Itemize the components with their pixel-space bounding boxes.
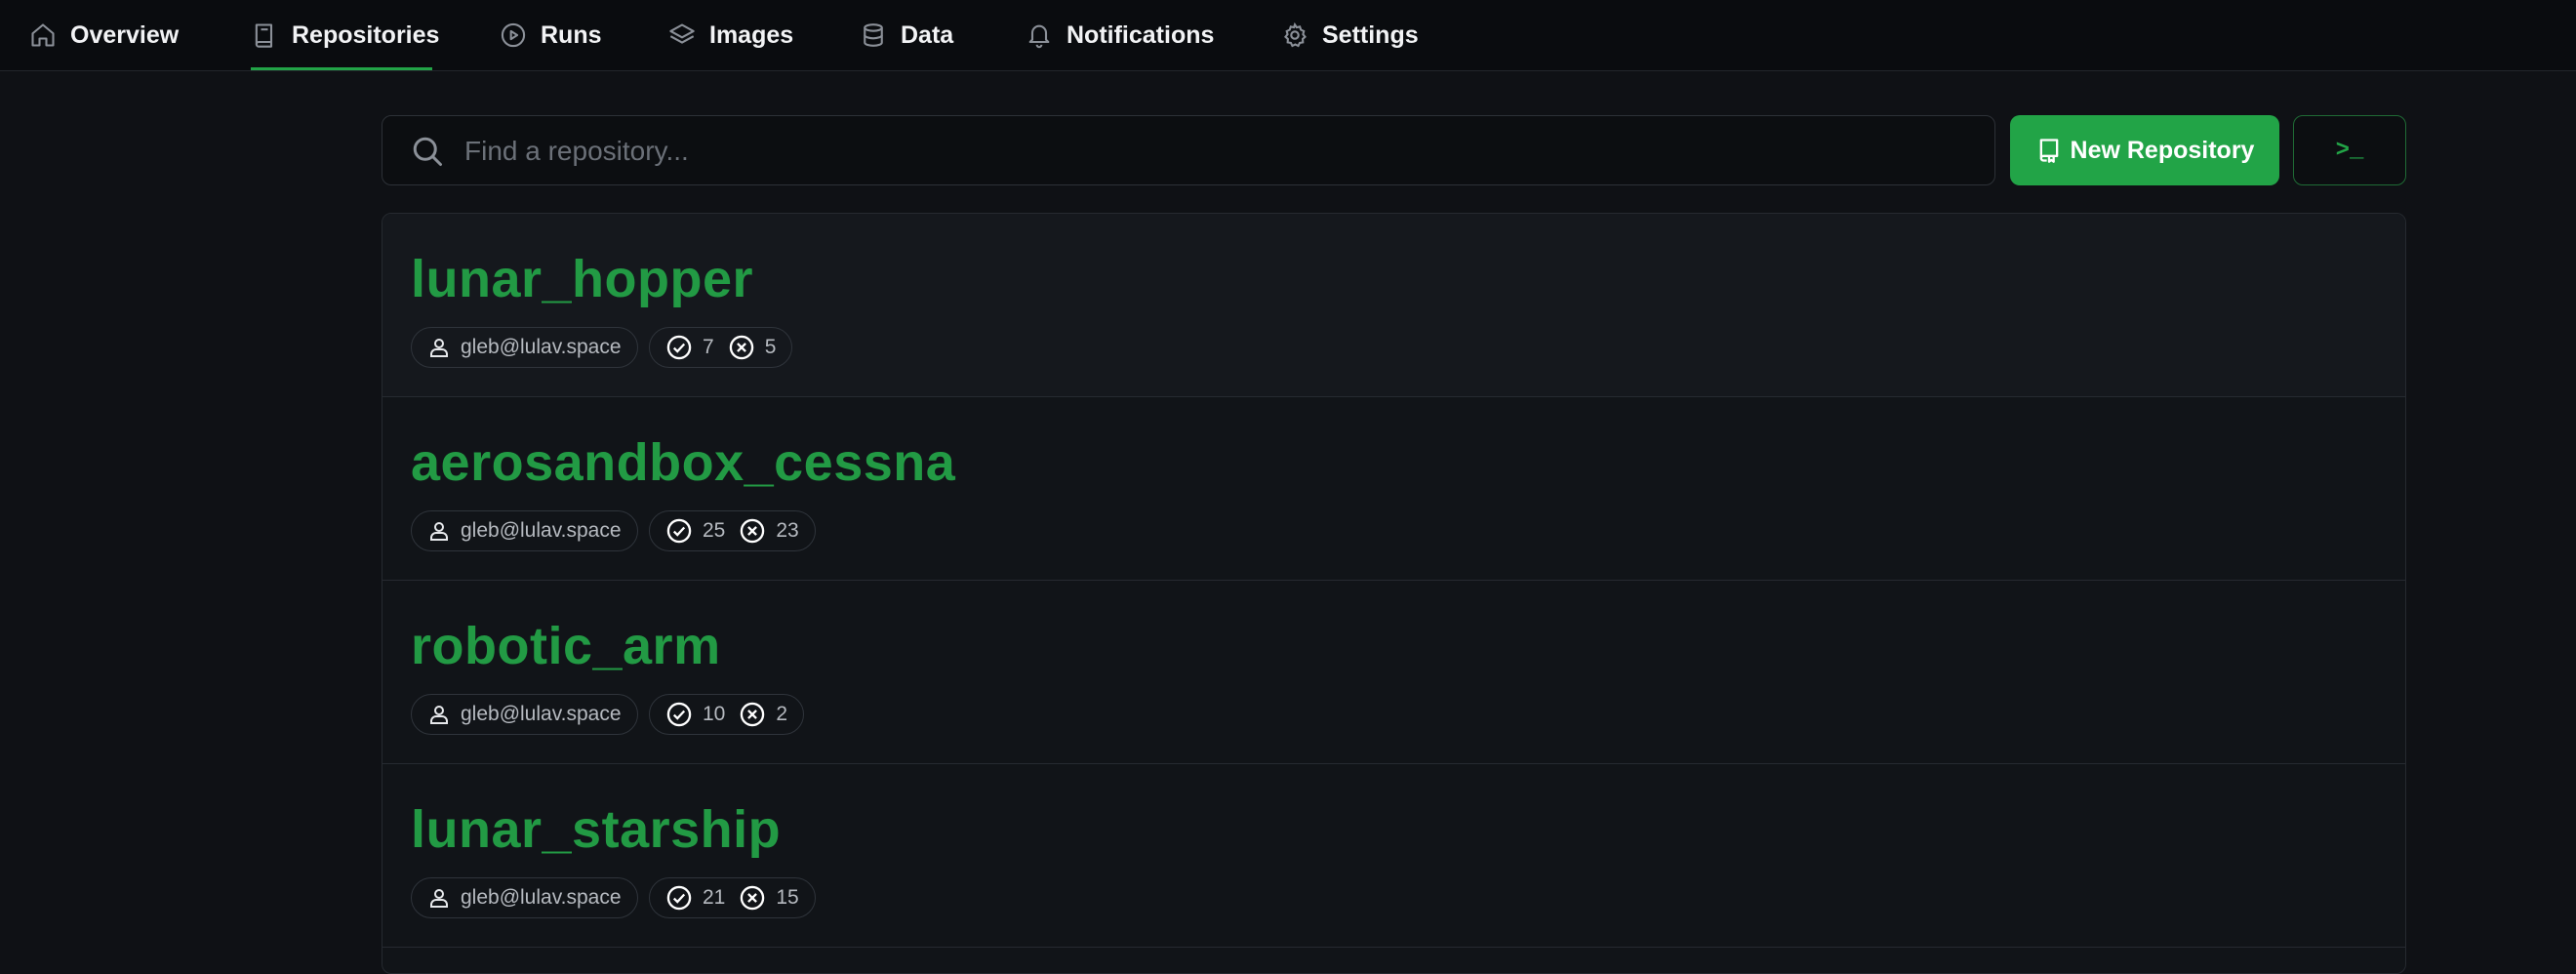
database-icon bbox=[860, 21, 887, 49]
new-repository-button[interactable]: New Repository bbox=[2010, 115, 2279, 185]
failed-count: 2 bbox=[776, 703, 788, 725]
tab-label: Overview bbox=[70, 20, 180, 49]
passed-count: 7 bbox=[703, 336, 714, 358]
play-icon bbox=[500, 21, 527, 49]
passed-count: 10 bbox=[703, 703, 726, 725]
repository-name[interactable]: aerosandbox_cessna bbox=[411, 432, 955, 493]
tab-notifications[interactable]: Notifications bbox=[1026, 0, 1214, 70]
tab-data[interactable]: Data bbox=[860, 0, 953, 70]
tab-images[interactable]: Images bbox=[668, 0, 793, 70]
x-circle-icon bbox=[739, 884, 766, 912]
owner-email: gleb@lulav.space bbox=[461, 886, 622, 909]
tab-settings[interactable]: Settings bbox=[1281, 0, 1419, 70]
search-icon bbox=[410, 134, 445, 169]
repository-row[interactable]: lunar_starship gleb@lulav.space 21 15 bbox=[382, 764, 2405, 948]
failed-count: 15 bbox=[776, 886, 799, 909]
user-icon bbox=[427, 519, 451, 543]
new-repository-label: New Repository bbox=[2070, 136, 2255, 164]
repository-name[interactable]: lunar_hopper bbox=[411, 249, 753, 309]
run-status-badge: 21 15 bbox=[649, 877, 816, 918]
passed-count: 21 bbox=[703, 886, 726, 909]
repository-search bbox=[382, 115, 1995, 186]
repository-list: lunar_hopper gleb@lulav.space 7 5 aerosa… bbox=[382, 213, 2406, 974]
run-status-badge: 25 23 bbox=[649, 510, 816, 551]
layers-icon bbox=[668, 21, 696, 49]
tab-label: Data bbox=[901, 20, 954, 49]
x-circle-icon bbox=[739, 701, 766, 728]
terminal-button[interactable]: >_ bbox=[2293, 115, 2406, 185]
tab-runs[interactable]: Runs bbox=[500, 0, 602, 70]
owner-email: gleb@lulav.space bbox=[461, 336, 622, 358]
tab-repositories[interactable]: Repositories bbox=[251, 0, 439, 70]
passed-count: 25 bbox=[703, 519, 726, 542]
tab-label: Settings bbox=[1322, 20, 1419, 49]
tab-label: Images bbox=[709, 20, 794, 49]
x-circle-icon bbox=[739, 517, 766, 545]
book-icon bbox=[2035, 137, 2063, 164]
check-circle-icon bbox=[665, 701, 693, 728]
user-icon bbox=[427, 336, 451, 359]
owner-email: gleb@lulav.space bbox=[461, 519, 622, 542]
bell-icon bbox=[1026, 21, 1053, 49]
tab-label: Runs bbox=[541, 20, 602, 49]
x-circle-icon bbox=[728, 334, 755, 361]
user-icon bbox=[427, 703, 451, 726]
terminal-icon: >_ bbox=[2335, 137, 2364, 164]
search-input[interactable] bbox=[463, 116, 1969, 186]
owner-email: gleb@lulav.space bbox=[461, 703, 622, 725]
home-icon bbox=[29, 21, 57, 49]
repository-row[interactable]: lunar_hopper gleb@lulav.space 7 5 bbox=[382, 214, 2405, 397]
repository-name[interactable]: lunar_starship bbox=[411, 799, 781, 860]
tab-label: Repositories bbox=[292, 20, 440, 49]
owner-badge: gleb@lulav.space bbox=[411, 510, 638, 551]
owner-badge: gleb@lulav.space bbox=[411, 327, 638, 368]
owner-badge: gleb@lulav.space bbox=[411, 877, 638, 918]
check-circle-icon bbox=[665, 884, 693, 912]
tab-overview[interactable]: Overview bbox=[29, 0, 179, 70]
check-circle-icon bbox=[665, 334, 693, 361]
run-status-badge: 7 5 bbox=[649, 327, 793, 368]
user-icon bbox=[427, 886, 451, 910]
failed-count: 5 bbox=[764, 336, 777, 358]
owner-badge: gleb@lulav.space bbox=[411, 694, 638, 735]
gear-icon bbox=[1281, 21, 1308, 49]
repository-row[interactable]: aerosandbox_cessna gleb@lulav.space 25 2… bbox=[382, 397, 2405, 581]
top-nav: Overview Repositories Runs Images Data N… bbox=[0, 0, 2576, 71]
tab-label: Notifications bbox=[1067, 20, 1215, 49]
repository-row[interactable]: robotic_arm gleb@lulav.space 10 2 bbox=[382, 581, 2405, 764]
repository-name[interactable]: robotic_arm bbox=[411, 616, 721, 676]
check-circle-icon bbox=[665, 517, 693, 545]
run-status-badge: 10 2 bbox=[649, 694, 805, 735]
book-icon bbox=[251, 21, 278, 49]
failed-count: 23 bbox=[776, 519, 799, 542]
